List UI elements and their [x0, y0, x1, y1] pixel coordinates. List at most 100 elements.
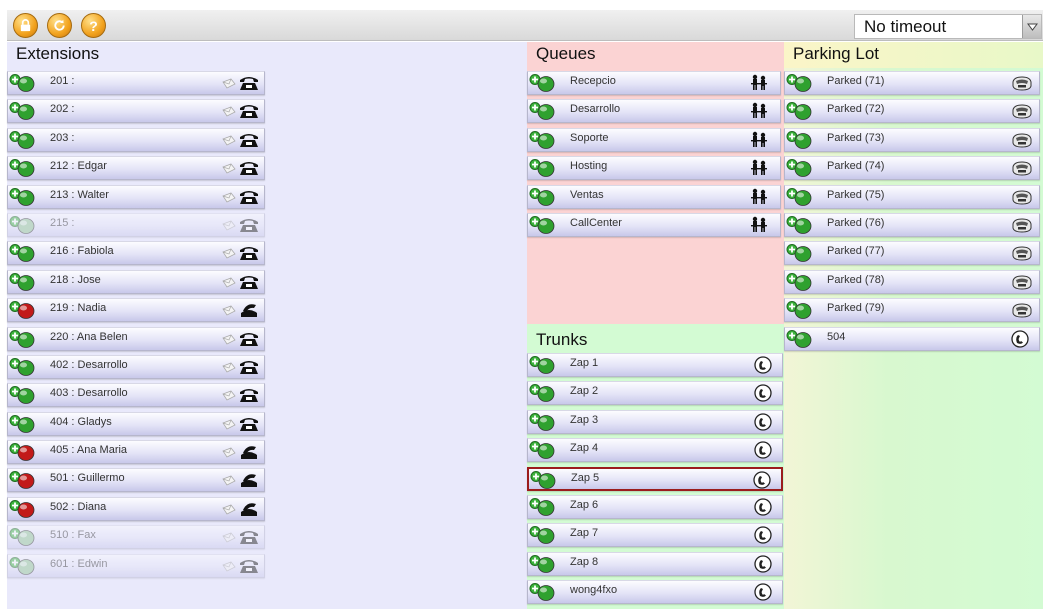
extension-item[interactable]: 201 :: [7, 71, 265, 95]
extension-item[interactable]: 212 : Edgar: [7, 156, 265, 181]
voicemail-icon: [222, 135, 236, 146]
parking-item[interactable]: Parked (72): [784, 99, 1040, 124]
trunks-panel: Trunks Zap 1 Zap 2 Zap 3 Zap 4 Zap 5 Zap…: [527, 324, 784, 609]
chevron-down-icon[interactable]: [1022, 15, 1041, 38]
trunk-phone-icon: [754, 441, 772, 459]
queue-item[interactable]: Ventas: [527, 184, 781, 209]
extension-item[interactable]: 219 : Nadia: [7, 298, 265, 323]
phone-idle-icon: [240, 559, 258, 573]
parking-item-label: Parked (78): [827, 273, 885, 286]
trunk-item[interactable]: Zap 1: [527, 353, 783, 377]
parking-item[interactable]: Parked (78): [784, 269, 1040, 294]
voicemail-icon: [222, 390, 236, 401]
queue-agents-icon: [751, 131, 767, 147]
extension-item[interactable]: 510 : Fax: [7, 525, 265, 550]
voicemail-icon: [222, 192, 236, 203]
extension-item[interactable]: 402 : Desarrollo: [7, 354, 265, 379]
voicemail-icon: [222, 334, 236, 345]
phone-offhook-icon: [241, 503, 257, 516]
help-button[interactable]: ?: [81, 13, 106, 38]
extension-item[interactable]: 203 :: [7, 127, 265, 152]
parking-item[interactable]: Parked (77): [784, 241, 1040, 266]
extension-item[interactable]: 405 : Ana Maria: [7, 440, 265, 465]
extension-item[interactable]: 220 : Ana Belen: [7, 326, 265, 351]
parking-item-label: Parked (73): [827, 131, 885, 144]
queue-item-label: Recepcio: [570, 75, 616, 87]
queue-item[interactable]: Soporte: [527, 127, 781, 152]
extension-item[interactable]: 218 : Jose: [7, 269, 265, 294]
trunk-item[interactable]: Zap 8: [527, 551, 783, 576]
voicemail-icon: [222, 78, 236, 89]
parking-item-label: Parked (77): [827, 245, 885, 258]
parking-item[interactable]: Parked (79): [784, 298, 1040, 323]
timeout-select[interactable]: No timeout: [854, 14, 1042, 39]
voicemail-icon: [222, 447, 236, 458]
trunk-phone-icon: [1011, 329, 1029, 348]
phone-idle-icon: [240, 162, 258, 176]
trunk-item[interactable]: Zap 3: [527, 409, 783, 434]
extension-item-label: 219 : Nadia: [50, 302, 107, 315]
trunk-item[interactable]: Zap 2: [527, 381, 783, 406]
trunk-item-label: Zap 6: [570, 498, 599, 511]
trunk-item[interactable]: Zap 5: [527, 466, 783, 491]
status-icon: [786, 329, 812, 348]
status-icon: [9, 443, 35, 461]
status-icon: [786, 74, 812, 92]
voicemail-icon: [222, 277, 236, 288]
status-icon: [9, 272, 35, 291]
extension-item[interactable]: 501 : Guillermo: [7, 468, 265, 493]
status-icon: [9, 386, 35, 405]
queue-item[interactable]: Hosting: [527, 156, 781, 181]
extension-item-label: 202 :: [50, 103, 75, 116]
extension-item-label: 216 : Fabiola: [50, 245, 114, 258]
trunk-item[interactable]: Zap 6: [527, 494, 783, 519]
phone-idle-icon: [240, 531, 258, 545]
trunk-item-label: Zap 8: [570, 555, 599, 568]
status-icon: [786, 187, 812, 206]
trunk-item-label: Zap 4: [570, 442, 599, 455]
parking-item[interactable]: Parked (76): [784, 212, 1040, 237]
queue-item[interactable]: Recepcio: [527, 71, 781, 95]
parking-item[interactable]: Parked (75): [784, 184, 1040, 209]
status-icon: [529, 412, 555, 431]
extension-item-label: 501 : Guillermo: [50, 472, 125, 485]
queue-item[interactable]: Desarrollo: [527, 99, 781, 124]
extension-item[interactable]: 403 : Desarrollo: [7, 383, 265, 408]
extension-item[interactable]: 601 : Edwin: [7, 553, 265, 578]
trunk-phone-icon: [754, 498, 772, 516]
lock-button[interactable]: [13, 13, 38, 38]
voicemail-icon: [222, 419, 236, 430]
extension-item[interactable]: 215 :: [7, 212, 265, 237]
status-icon: [786, 244, 812, 263]
extension-item[interactable]: 202 :: [7, 99, 265, 124]
parked-call-icon: [1012, 161, 1032, 176]
status-icon: [529, 130, 555, 149]
status-icon: [9, 556, 35, 575]
parking-item[interactable]: 504: [784, 326, 1040, 351]
extension-item-label: 403 : Desarrollo: [50, 387, 128, 400]
parking-item-label: Parked (79): [827, 302, 885, 315]
status-icon: [529, 356, 555, 374]
parking-item[interactable]: Parked (74): [784, 156, 1040, 181]
toolbar: ? No timeout: [7, 10, 1043, 41]
extension-item[interactable]: 502 : Diana: [7, 496, 265, 521]
trunk-item[interactable]: Zap 7: [527, 523, 783, 548]
status-icon: [9, 301, 35, 320]
parking-item[interactable]: Parked (73): [784, 127, 1040, 152]
extension-item[interactable]: 404 : Gladys: [7, 411, 265, 436]
status-icon: [529, 526, 555, 545]
trunk-item[interactable]: wong4fxo: [527, 580, 783, 605]
queue-item-label: Desarrollo: [570, 103, 621, 116]
queue-item[interactable]: CallCenter: [527, 212, 781, 237]
extension-item[interactable]: 213 : Walter: [7, 184, 265, 209]
parking-item[interactable]: Parked (71): [784, 71, 1040, 95]
refresh-button[interactable]: [47, 13, 72, 38]
refresh-icon: [54, 19, 65, 31]
phone-idle-icon: [240, 360, 258, 374]
trunk-item-label: Zap 7: [570, 527, 599, 540]
phone-offhook-icon: [241, 304, 257, 318]
phone-idle-icon: [240, 417, 258, 431]
extension-item[interactable]: 216 : Fabiola: [7, 241, 265, 266]
status-icon: [9, 499, 35, 518]
trunk-item[interactable]: Zap 4: [527, 438, 783, 463]
